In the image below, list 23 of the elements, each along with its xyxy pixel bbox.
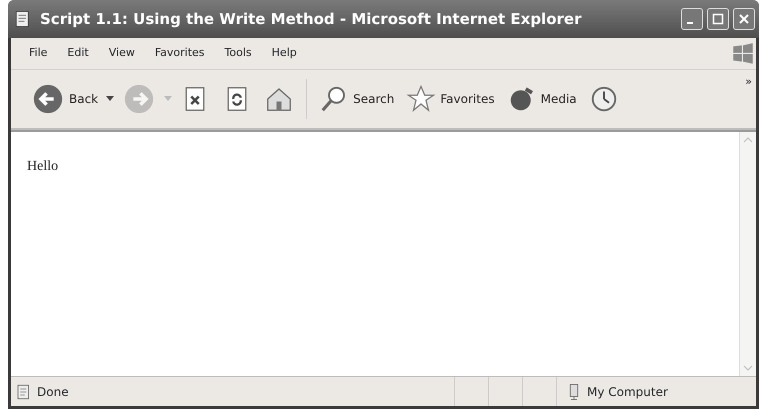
dropdown-caret-icon[interactable]	[106, 96, 114, 102]
menu-item[interactable]: Favorites	[144, 45, 215, 62]
menu-item[interactable]: View	[98, 45, 145, 62]
minimize-button[interactable]	[681, 8, 703, 30]
status-text: Done	[37, 384, 69, 400]
back-button[interactable]: Back	[27, 80, 102, 118]
maximize-button[interactable]	[707, 8, 729, 30]
menu-item[interactable]: Tools	[214, 45, 262, 62]
toolbar-overflow-button[interactable]: »	[745, 74, 752, 90]
star-icon	[406, 84, 436, 114]
menu-item[interactable]: Edit	[57, 45, 99, 62]
close-button[interactable]	[733, 8, 755, 30]
maximize-icon	[712, 13, 724, 25]
window-title: Script 1.1: Using the Write Method - Microsoft Internet Explorer	[40, 8, 582, 30]
media-button[interactable]: Media	[502, 82, 581, 116]
search-button[interactable]: Search	[315, 82, 398, 116]
security-zone-text: My Computer	[587, 384, 668, 400]
favorites-button[interactable]: Favorites	[402, 82, 499, 116]
page-text: Hello	[27, 159, 58, 174]
menu-item[interactable]: Help	[262, 45, 307, 62]
minimize-icon	[687, 22, 693, 24]
menu-item[interactable]: File	[19, 45, 58, 62]
close-icon	[738, 13, 750, 25]
